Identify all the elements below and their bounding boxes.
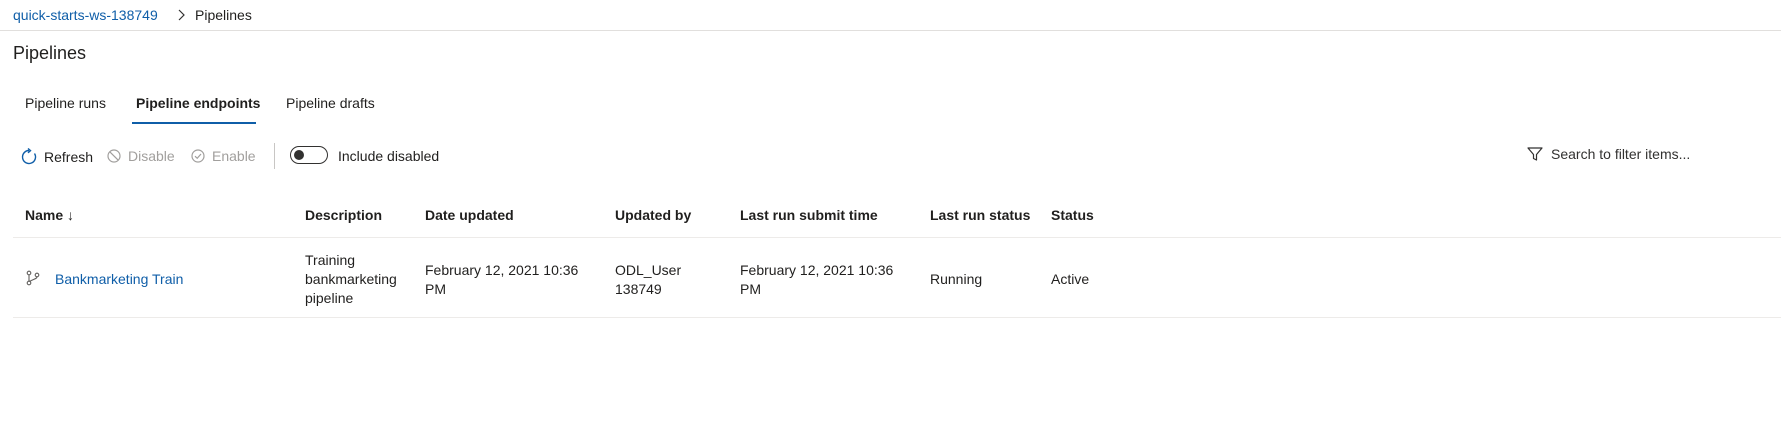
breadcrumb: quick-starts-ws-138749 Pipelines [0, 0, 1781, 31]
tab-pipeline-endpoints[interactable]: Pipeline endpoints [136, 95, 260, 111]
description-line: Training [305, 252, 356, 268]
description-line: bankmarketing [305, 271, 397, 287]
column-header-last-run-status[interactable]: Last run status [930, 207, 1030, 223]
updated-by-line: 138749 [615, 281, 662, 297]
include-disabled-label: Include disabled [338, 148, 440, 164]
enable-button[interactable]: Enable [190, 148, 256, 164]
toolbar-divider [274, 143, 275, 169]
search-filter-input[interactable]: Search to filter items... [1526, 145, 1690, 163]
enable-label: Enable [212, 148, 256, 164]
column-header-name[interactable]: Name ↓ [25, 207, 74, 223]
description-cell: Training bankmarketing pipeline [305, 251, 397, 308]
toggle-knob [294, 150, 304, 160]
row-divider [13, 317, 1781, 318]
date-updated-cell: February 12, 2021 10:36 PM [425, 261, 578, 299]
disable-label: Disable [128, 148, 175, 164]
breadcrumb-current: Pipelines [195, 7, 252, 23]
disable-button[interactable]: Disable [106, 148, 175, 164]
last-run-submit-time-cell: February 12, 2021 10:36 PM [740, 261, 893, 299]
include-disabled-toggle[interactable] [290, 146, 328, 164]
updated-by-line: ODL_User [615, 262, 682, 278]
status-cell: Active [1051, 271, 1090, 287]
header-divider [13, 237, 1781, 238]
breadcrumb-workspace-link[interactable]: quick-starts-ws-138749 [13, 7, 158, 23]
column-header-last-run-submit-time[interactable]: Last run submit time [740, 207, 878, 223]
search-placeholder: Search to filter items... [1551, 146, 1691, 162]
disable-icon [107, 149, 121, 163]
tab-pipeline-drafts[interactable]: Pipeline drafts [286, 95, 375, 111]
last-run-submit-time-line: February 12, 2021 10:36 [740, 262, 894, 278]
updated-by-cell: ODL_User 138749 [615, 261, 681, 299]
column-header-description[interactable]: Description [305, 207, 382, 223]
column-header-status[interactable]: Status [1051, 207, 1094, 223]
enable-icon [191, 149, 205, 163]
column-header-updated-by[interactable]: Updated by [615, 207, 691, 223]
column-header-date-updated[interactable]: Date updated [425, 207, 514, 223]
chevron-right-icon [178, 9, 185, 21]
refresh-icon [21, 148, 37, 165]
date-updated-line: February 12, 2021 10:36 [425, 262, 579, 278]
filter-icon [1527, 147, 1543, 161]
date-updated-line: PM [425, 281, 446, 297]
refresh-button[interactable]: Refresh [20, 148, 93, 166]
last-run-status-cell: Running [930, 271, 983, 287]
refresh-label: Refresh [44, 149, 94, 165]
active-tab-indicator [132, 122, 256, 124]
last-run-submit-time-line: PM [740, 281, 761, 297]
description-line: pipeline [305, 290, 354, 306]
pipeline-name-link[interactable]: Bankmarketing Train [55, 270, 183, 289]
tab-pipeline-runs[interactable]: Pipeline runs [25, 95, 106, 111]
pipeline-icon [26, 270, 40, 286]
page-title: Pipelines [13, 43, 87, 63]
